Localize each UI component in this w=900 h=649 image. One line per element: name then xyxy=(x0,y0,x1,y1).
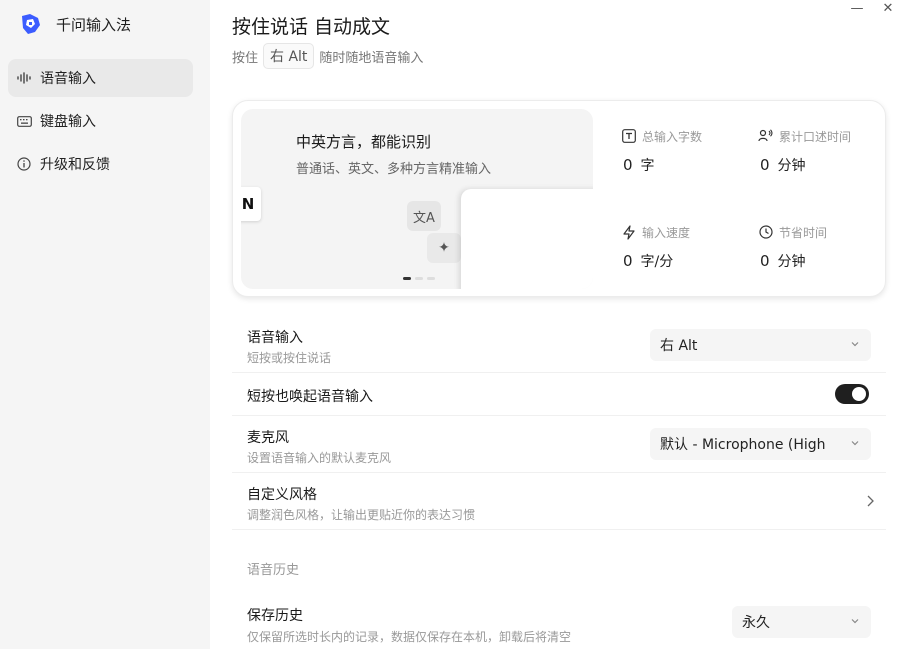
setting-short-press: 短按也唤起语音输入 xyxy=(232,373,886,416)
info-icon xyxy=(16,156,32,172)
history-duration-select[interactable]: 永久 xyxy=(732,606,871,638)
stat-input-speed: 输入速度 0 字/分 xyxy=(621,223,741,271)
setting-desc: 仅保留所选时长内的记录，数据仅保存在本机，卸载后将清空 xyxy=(247,630,572,644)
select-value: 右 Alt xyxy=(660,338,698,354)
chevron-right-icon[interactable] xyxy=(864,494,876,508)
setting-custom-style[interactable]: 自定义风格 调整润色风格，让输出更贴近你的表达习惯 xyxy=(232,473,886,530)
toggle-knob xyxy=(852,387,866,401)
subtitle-suffix: 随时随地语音输入 xyxy=(319,50,424,66)
stat-total-chars: 总输入字数 0字 xyxy=(621,127,741,175)
app-title: 千问输入法 xyxy=(56,15,132,34)
setting-title: 短按也唤起语音输入 xyxy=(247,389,373,405)
stat-label: 节省时间 xyxy=(779,225,828,240)
chevron-down-icon xyxy=(851,342,859,347)
select-value: 默认 - Microphone (High xyxy=(660,437,826,453)
setting-desc: 短按或按住说话 xyxy=(247,351,332,365)
stat-label: 累计口述时间 xyxy=(779,129,852,144)
app-header: 千问输入法 xyxy=(18,10,131,38)
stat-unit: 分钟 xyxy=(777,254,806,270)
setting-microphone: 麦克风 设置语音输入的默认麦克风 默认 - Microphone (High xyxy=(232,416,886,473)
stat-unit: 字/分 xyxy=(640,254,674,270)
stats-card: N 中英方言，都能识别 普通话、英文、多种方言精准输入 文A ✦ 总输入字数 0… xyxy=(232,100,886,297)
sidebar: 千问输入法 语音输入 键盘输入 升级和反馈 xyxy=(0,0,210,649)
sidebar-item-label: 键盘输入 xyxy=(40,114,96,130)
setting-desc: 调整润色风格，让输出更贴近你的表达习惯 xyxy=(247,508,476,522)
setting-title: 语音输入 xyxy=(247,330,303,346)
lightning-icon xyxy=(621,224,636,240)
setting-title: 自定义风格 xyxy=(247,487,317,503)
stat-time-saved: 节省时间 0 分钟 xyxy=(758,223,878,271)
stat-value: 0 xyxy=(760,156,770,174)
stat-dictation-time: 累计口述时间 0 分钟 xyxy=(758,127,878,175)
stat-value: 0 xyxy=(760,252,770,270)
sidebar-item-label: 升级和反馈 xyxy=(40,157,110,173)
clock-icon xyxy=(758,225,773,240)
banner-description: 普通话、英文、多种方言精准输入 xyxy=(296,162,492,177)
sparkle-icon: ✦ xyxy=(427,233,461,263)
banner-title: 中英方言，都能识别 xyxy=(296,133,432,151)
translate-icon: 文A xyxy=(407,201,441,231)
subtitle-prefix: 按住 xyxy=(232,50,259,66)
speaker-icon xyxy=(758,129,773,144)
stat-value: 0 xyxy=(623,156,633,174)
carousel-dots[interactable] xyxy=(403,277,435,280)
app-logo-icon xyxy=(22,14,40,34)
select-value: 永久 xyxy=(742,615,770,631)
section-label-history: 语音历史 xyxy=(247,563,300,578)
setting-title: 保存历史 xyxy=(247,608,303,624)
hotkey-chip: 右 Alt xyxy=(263,43,315,69)
sidebar-item-voice-input[interactable]: 语音输入 xyxy=(8,59,193,97)
waveform-icon xyxy=(16,70,32,86)
carousel-dot[interactable] xyxy=(403,277,411,280)
main-content: 按住说话 自动成文 按住 右 Alt 随时随地语音输入 N 中英方言，都能识别 … xyxy=(210,0,900,649)
stat-label: 总输入字数 xyxy=(642,129,703,144)
feature-banner[interactable]: N 中英方言，都能识别 普通话、英文、多种方言精准输入 文A ✦ xyxy=(241,109,593,289)
setting-title: 麦克风 xyxy=(247,430,289,446)
voice-hotkey-select[interactable]: 右 Alt xyxy=(650,329,871,361)
page-title: 按住说话 自动成文 xyxy=(232,16,391,38)
sidebar-item-keyboard-input[interactable]: 键盘输入 xyxy=(8,102,193,140)
stat-unit: 分钟 xyxy=(777,158,806,174)
sidebar-item-upgrade-feedback[interactable]: 升级和反馈 xyxy=(8,145,193,183)
chevron-down-icon xyxy=(851,619,859,624)
keyboard-icon xyxy=(16,113,32,129)
sidebar-item-label: 语音输入 xyxy=(40,71,96,87)
stat-label: 输入速度 xyxy=(642,225,691,240)
chevron-down-icon xyxy=(851,441,859,446)
stat-unit: 字 xyxy=(640,158,655,174)
page-subtitle: 按住 右 Alt 随时随地语音输入 xyxy=(232,43,423,69)
carousel-dot[interactable] xyxy=(415,277,423,280)
microphone-select[interactable]: 默认 - Microphone (High xyxy=(650,428,871,460)
notion-icon: N xyxy=(241,187,261,221)
setting-desc: 设置语音输入的默认麦克风 xyxy=(247,451,392,465)
stat-value: 0 xyxy=(623,252,633,270)
short-press-toggle[interactable] xyxy=(835,384,869,404)
setting-save-history: 保存历史 仅保留所选时长内的记录，数据仅保存在本机，卸载后将清空 永久 xyxy=(232,595,886,649)
carousel-dot[interactable] xyxy=(427,277,435,280)
text-box-icon xyxy=(621,129,636,144)
setting-voice-input: 语音输入 短按或按住说话 右 Alt xyxy=(232,315,886,373)
banner-preview-panel xyxy=(461,189,593,289)
